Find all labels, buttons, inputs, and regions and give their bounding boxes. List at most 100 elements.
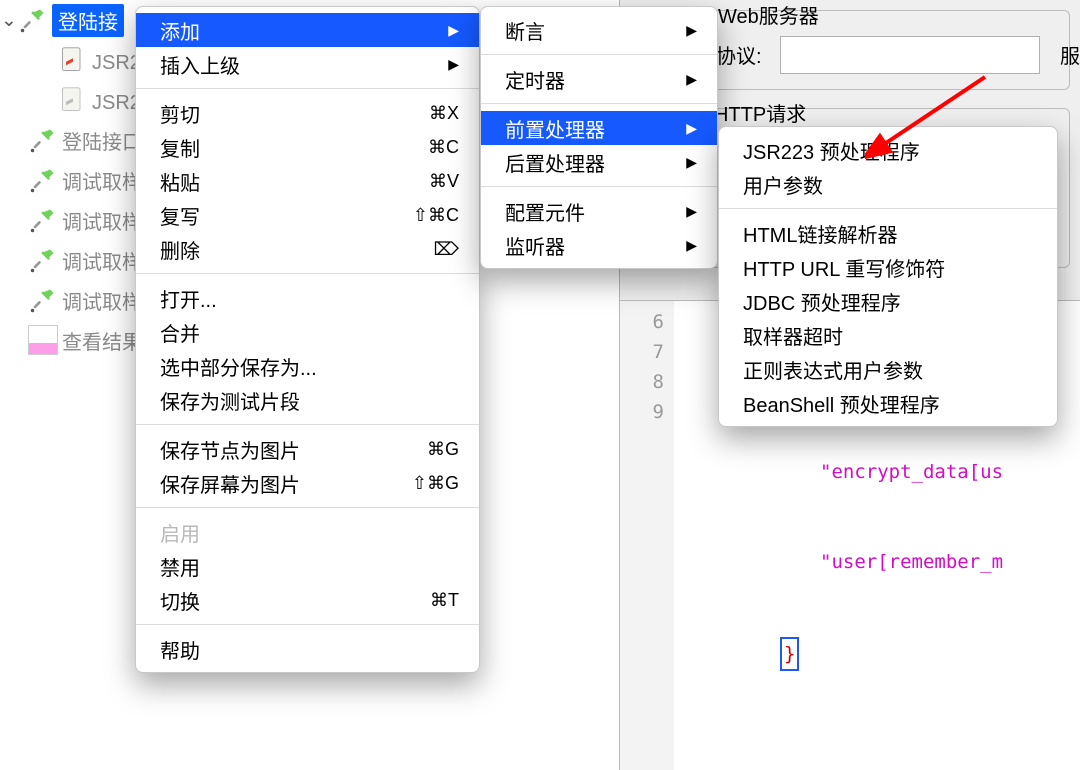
menu-label: 后置处理器	[505, 148, 605, 177]
menu-item-delete[interactable]: 删除⌦	[136, 232, 479, 266]
tree-label: 登陆接	[52, 4, 124, 37]
submenu-arrow-icon: ▶	[686, 71, 697, 88]
submenu-arrow-icon: ▶	[686, 22, 697, 39]
tree-label: 登陆接口	[62, 126, 142, 155]
submenu-arrow-icon: ▶	[686, 154, 697, 171]
line-number: 9	[620, 397, 664, 427]
menu-item-merge[interactable]: 合并	[136, 315, 479, 349]
menu-item-timer[interactable]: 定时器 ▶	[481, 62, 717, 96]
line-number: 6	[620, 307, 664, 337]
menu-label: 定时器	[505, 65, 565, 94]
eyedropper-icon	[28, 285, 58, 315]
menu-label: 合并	[160, 318, 200, 347]
group-title: HTTP请求	[714, 98, 806, 127]
submenu-arrow-icon: ▶	[686, 237, 697, 254]
menu-label: 添加	[160, 16, 200, 45]
menu-item-sample-timeout[interactable]: 取样器超时	[719, 318, 1057, 352]
menu-item-save-node-image[interactable]: 保存节点为图片 ⌘G	[136, 432, 479, 466]
menu-item-save-fragment[interactable]: 保存为测试片段	[136, 383, 479, 417]
menu-separator	[136, 424, 479, 425]
menu-item-help[interactable]: 帮助	[136, 632, 479, 666]
menu-label: 选中部分保存为...	[160, 352, 317, 381]
server-button[interactable]: 服	[1060, 40, 1080, 69]
menu-item-insert-parent[interactable]: 插入上级 ▶	[136, 47, 479, 81]
menu-item-save-selection[interactable]: 选中部分保存为...	[136, 349, 479, 383]
menu-item-assertion[interactable]: 断言 ▶	[481, 13, 717, 47]
menu-item-cut[interactable]: 剪切 ⌘X	[136, 96, 479, 130]
closing-brace: }	[780, 637, 799, 671]
menu-label: 删除	[160, 235, 200, 264]
submenu-preprocessor: JSR223 预处理程序 用户参数 HTML链接解析器 HTTP URL 重写修…	[718, 126, 1058, 427]
script-icon	[58, 85, 88, 115]
menu-item-preprocessor[interactable]: 前置处理器▶	[481, 111, 717, 145]
eyedropper-icon	[28, 245, 58, 275]
menu-label: 保存屏幕为图片	[160, 469, 300, 498]
context-menu: 添加 ▶ 插入上级 ▶ 剪切 ⌘X 复制 ⌘C 粘贴 ⌘V 复写⇧⌘C 删除⌦ 打开.…	[135, 6, 480, 673]
menu-separator	[136, 507, 479, 508]
menu-separator	[481, 54, 717, 55]
eyedropper-icon	[18, 5, 48, 35]
eyedropper-icon	[28, 205, 58, 235]
menu-label: 监听器	[505, 231, 565, 260]
menu-label: 粘贴	[160, 167, 200, 196]
shortcut: ⌘C	[428, 137, 459, 158]
script-icon	[58, 45, 88, 75]
menu-item-jsr223[interactable]: JSR223 预处理程序	[719, 133, 1057, 167]
menu-label: 切换	[160, 586, 200, 615]
menu-separator	[136, 624, 479, 625]
menu-item-user-params[interactable]: 用户参数	[719, 167, 1057, 201]
menu-label: BeanShell 预处理程序	[743, 389, 940, 418]
menu-item-url-rewrite[interactable]: HTTP URL 重写修饰符	[719, 250, 1057, 284]
eyedropper-icon	[28, 125, 58, 155]
menu-item-copy[interactable]: 复制 ⌘C	[136, 130, 479, 164]
menu-item-enable: 启用	[136, 515, 479, 549]
menu-label: 插入上级	[160, 50, 240, 79]
menu-item-disable[interactable]: 禁用	[136, 549, 479, 583]
menu-separator	[481, 103, 717, 104]
menu-item-toggle[interactable]: 切换 ⌘T	[136, 583, 479, 617]
menu-separator	[136, 88, 479, 89]
menu-separator	[481, 186, 717, 187]
line-number: 7	[620, 337, 664, 367]
shortcut: ⌘X	[429, 103, 459, 124]
menu-label: 复写	[160, 201, 200, 230]
eyedropper-icon	[28, 165, 58, 195]
shortcut: ⌘G	[427, 439, 459, 460]
menu-label: 复制	[160, 133, 200, 162]
submenu-arrow-icon: ▶	[686, 203, 697, 220]
menu-separator	[719, 208, 1057, 209]
shortcut: ⌘T	[430, 590, 459, 611]
submenu-add: 断言 ▶ 定时器 ▶ 前置处理器▶ 后置处理器 ▶ 配置元件 ▶ 监听器 ▶	[480, 6, 718, 269]
menu-label: 保存节点为图片	[160, 435, 300, 464]
menu-label: JDBC 预处理程序	[743, 287, 901, 316]
menu-item-save-screen-image[interactable]: 保存屏幕为图片⇧⌘G	[136, 466, 479, 500]
menu-item-paste[interactable]: 粘贴 ⌘V	[136, 164, 479, 198]
menu-item-regex-user-params[interactable]: 正则表达式用户参数	[719, 352, 1057, 386]
menu-label: 断言	[505, 16, 545, 45]
menu-label: HTML链接解析器	[743, 219, 897, 248]
menu-label: JSR223 预处理程序	[743, 136, 920, 165]
chart-icon	[28, 325, 58, 355]
protocol-input[interactable]	[780, 36, 1040, 74]
disclosure-arrow-icon: ⌄	[0, 9, 18, 32]
menu-label: 前置处理器	[505, 114, 605, 143]
menu-item-postprocessor[interactable]: 后置处理器 ▶	[481, 145, 717, 179]
menu-label: 配置元件	[505, 197, 585, 226]
menu-label: 保存为测试片段	[160, 386, 300, 415]
menu-item-html-link-parser[interactable]: HTML链接解析器	[719, 216, 1057, 250]
shortcut: ⌘V	[429, 171, 459, 192]
menu-item-duplicate[interactable]: 复写⇧⌘C	[136, 198, 479, 232]
menu-label: 正则表达式用户参数	[743, 355, 923, 384]
menu-label: 剪切	[160, 99, 200, 128]
menu-separator	[136, 273, 479, 274]
menu-item-beanshell[interactable]: BeanShell 预处理程序	[719, 386, 1057, 420]
menu-item-add[interactable]: 添加 ▶	[136, 13, 479, 47]
menu-item-config[interactable]: 配置元件 ▶	[481, 194, 717, 228]
gutter: 6 7 8 9	[620, 301, 674, 770]
menu-item-listener[interactable]: 监听器 ▶	[481, 228, 717, 262]
menu-label: HTTP URL 重写修饰符	[743, 253, 945, 282]
menu-label: 打开...	[160, 284, 217, 313]
menu-label: 禁用	[160, 552, 200, 581]
menu-item-jdbc[interactable]: JDBC 预处理程序	[719, 284, 1057, 318]
menu-item-open[interactable]: 打开...	[136, 281, 479, 315]
